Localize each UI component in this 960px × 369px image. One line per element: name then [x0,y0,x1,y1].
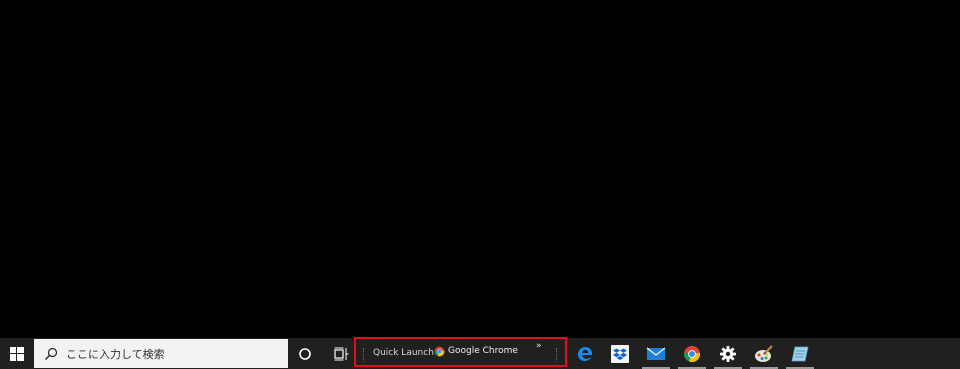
search-box[interactable]: ここに入力して検索 [34,339,288,368]
notepad-icon [791,346,809,361]
mail-app-button[interactable] [639,338,673,369]
search-icon [42,345,60,363]
dropbox-icon [611,344,629,363]
mail-icon [646,346,666,360]
task-view-icon [333,347,348,360]
chrome-icon [434,346,445,356]
notepad-app-button[interactable] [783,338,817,369]
toolbar-grip-right[interactable] [556,348,559,362]
chrome-app-button[interactable] [675,338,709,369]
quick-launch-chrome-item[interactable]: Google Chrome [434,345,518,357]
task-view-button[interactable] [328,338,354,369]
gear-icon [720,345,736,362]
quick-launch-toolbar: Quick Launch Google Chrome » [354,337,567,367]
paint-icon [755,344,773,362]
chrome-icon [683,345,701,362]
quick-launch-overflow-chevron[interactable]: » [536,341,541,351]
start-button[interactable] [0,338,33,369]
edge-app-button[interactable] [568,338,602,369]
dropbox-app-button[interactable] [603,338,637,369]
quick-launch-chrome-label: Google Chrome [448,346,518,356]
paint-app-button[interactable] [747,338,781,369]
quick-launch-label[interactable]: Quick Launch [373,348,434,358]
edge-icon [578,346,592,361]
cortana-button[interactable] [292,338,318,369]
windows-logo-icon [9,346,24,361]
search-placeholder: ここに入力して検索 [66,347,165,361]
desktop-background [0,0,960,338]
toolbar-grip-left[interactable] [363,348,366,362]
cortana-circle-icon [299,347,311,360]
settings-app-button[interactable] [711,338,745,369]
